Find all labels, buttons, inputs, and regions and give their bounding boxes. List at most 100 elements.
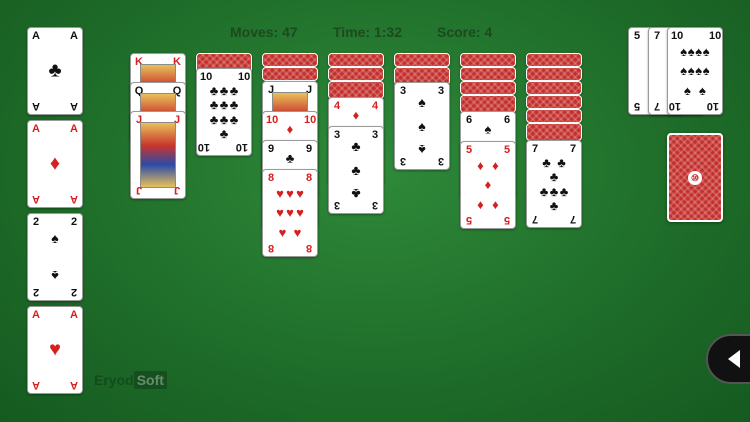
card-rank: 10 — [304, 114, 317, 126]
card-rank: 3 — [437, 155, 445, 167]
card-rank: A — [70, 379, 78, 391]
card-back — [526, 95, 582, 109]
heart-icon: ♥ — [49, 338, 61, 361]
tableau-card-8-hearts[interactable]: 8 8 ♥ ♥ ♥ ♥ ♥ ♥ ♥ ♥ 8 8 — [262, 169, 318, 257]
card-rank: 10 — [235, 141, 248, 153]
card-rank: A — [70, 123, 78, 135]
card-rank: 5 — [633, 100, 641, 112]
stock-pile[interactable]: ⑩ — [667, 133, 723, 222]
card-back — [328, 53, 384, 67]
card-back — [262, 67, 318, 81]
card-rank: 5 — [503, 214, 511, 226]
spade-pips: ♠ ♠ ♠ ♠ ♠ ♠ ♠ ♠ ♠ ♠ — [680, 44, 710, 98]
card-back — [460, 67, 516, 81]
club-pips: ♣ ♣ ♣ ♣ ♣ ♣ ♣ ♣ ♣ ♣ — [209, 82, 239, 142]
spade-icon: ♠ — [418, 93, 426, 110]
card-rank: J — [135, 184, 143, 196]
card-back — [460, 81, 516, 95]
card-rank: A — [70, 30, 78, 42]
card-rank: 8 — [267, 172, 275, 184]
card-rank: 9 — [267, 143, 275, 155]
card-rank: 3 — [371, 129, 379, 141]
card-back — [262, 53, 318, 67]
foundation-spades[interactable]: 2 2 ♠ ♠ 2 2 — [27, 213, 83, 301]
moves-counter: Moves: 47 — [230, 24, 298, 40]
diamond-icon: ♦ — [49, 152, 61, 175]
card-rank: A — [32, 123, 40, 135]
card-rank: 5 — [465, 144, 473, 156]
card-rank: 6 — [465, 114, 473, 126]
card-rank: 8 — [305, 242, 313, 254]
club-icon: ♣ — [285, 150, 295, 166]
card-rank: A — [32, 309, 40, 321]
card-rank: 2 — [32, 216, 40, 228]
spade-icon: ♠ — [51, 267, 59, 284]
card-rank: 7 — [653, 30, 661, 42]
card-rank: 3 — [333, 199, 341, 211]
card-rank: 2 — [70, 216, 78, 228]
tableau-card-10-clubs[interactable]: 10 10 ♣ ♣ ♣ ♣ ♣ ♣ ♣ ♣ ♣ ♣ 10 10 — [196, 68, 252, 156]
card-rank: 3 — [399, 85, 407, 97]
card-rank: 5 — [503, 144, 511, 156]
tableau-card-3-clubs[interactable]: 3 3 ♣ ♣ ♣ 3 3 — [328, 126, 384, 214]
card-rank: 3 — [437, 85, 445, 97]
card-rank: 10 — [706, 100, 719, 112]
tableau-card-5-diamonds[interactable]: 5 5 ♦ ♦ ♦ ♦ ♦ 5 5 — [460, 141, 516, 229]
play-left-icon — [728, 350, 740, 368]
card-rank: 5 — [633, 30, 641, 42]
card-rank: 10 — [200, 71, 213, 83]
club-icon: ♣ — [351, 186, 361, 203]
spade-icon: ♠ — [418, 118, 426, 134]
card-rank: 10 — [671, 30, 684, 42]
card-rank: 9 — [305, 143, 313, 155]
brand-logo-icon: ⑩ — [688, 170, 702, 185]
card-rank: A — [32, 100, 40, 112]
diamond-pips: ♦ ♦ ♦ ♦ ♦ — [477, 158, 499, 212]
foundation-clubs[interactable]: A A ♣ A A — [27, 27, 83, 115]
card-back — [328, 67, 384, 81]
card-back — [526, 109, 582, 123]
card-rank: 8 — [305, 172, 313, 184]
card-back — [526, 67, 582, 81]
card-rank: 8 — [267, 242, 275, 254]
card-rank: 4 — [371, 100, 379, 112]
card-back — [394, 53, 450, 67]
club-pips: ♣ ♣ ♣ ♣ ♣ ♣ ♣ — [539, 154, 569, 214]
card-rank: 2 — [32, 286, 40, 298]
card-rank: J — [173, 184, 181, 196]
card-rank: A — [32, 193, 40, 205]
card-rank: 10 — [197, 141, 210, 153]
brand-watermark: Eryod Soft — [94, 371, 167, 389]
waste-card-10-spades[interactable]: 10 10 ♠ ♠ ♠ ♠ ♠ ♠ ♠ ♠ ♠ ♠ 10 10 — [667, 27, 723, 115]
score-counter: Score: 4 — [437, 24, 493, 40]
card-rank: 3 — [333, 129, 341, 141]
tableau-card-jack-diamonds[interactable]: J J J J — [130, 111, 186, 199]
card-rank: 10 — [668, 100, 681, 112]
club-icon: ♣ — [351, 162, 361, 178]
card-rank: 7 — [569, 143, 577, 155]
diamond-icon: ♦ — [352, 107, 360, 123]
menu-button[interactable] — [706, 334, 750, 384]
foundation-hearts[interactable]: A A ♥ A A — [27, 306, 83, 394]
club-icon: ♣ — [48, 59, 62, 82]
card-rank: 7 — [531, 213, 539, 225]
card-rank: A — [70, 309, 78, 321]
card-rank: 6 — [503, 114, 511, 126]
card-rank: 3 — [371, 199, 379, 211]
spade-icon: ♠ — [484, 121, 492, 137]
card-rank: 3 — [399, 155, 407, 167]
jack-face-icon — [140, 122, 176, 188]
card-rank: 4 — [333, 100, 341, 112]
card-rank: 10 — [266, 114, 279, 126]
card-back — [460, 53, 516, 67]
card-rank: 10 — [238, 71, 251, 83]
diamond-icon: ♦ — [286, 121, 294, 137]
card-rank: 7 — [569, 213, 577, 225]
card-back — [526, 123, 582, 141]
spade-icon: ♠ — [51, 230, 59, 247]
tableau-card-7-clubs[interactable]: 7 7 ♣ ♣ ♣ ♣ ♣ ♣ ♣ 7 7 — [526, 140, 582, 228]
heart-pips: ♥ ♥ ♥ ♥ ♥ ♥ ♥ ♥ — [276, 186, 304, 240]
card-back — [526, 81, 582, 95]
tableau-card-3-spades[interactable]: 3 3 ♠ ♠ ♠ 3 3 — [394, 82, 450, 170]
foundation-diamonds[interactable]: A A ♦ A A — [27, 120, 83, 208]
